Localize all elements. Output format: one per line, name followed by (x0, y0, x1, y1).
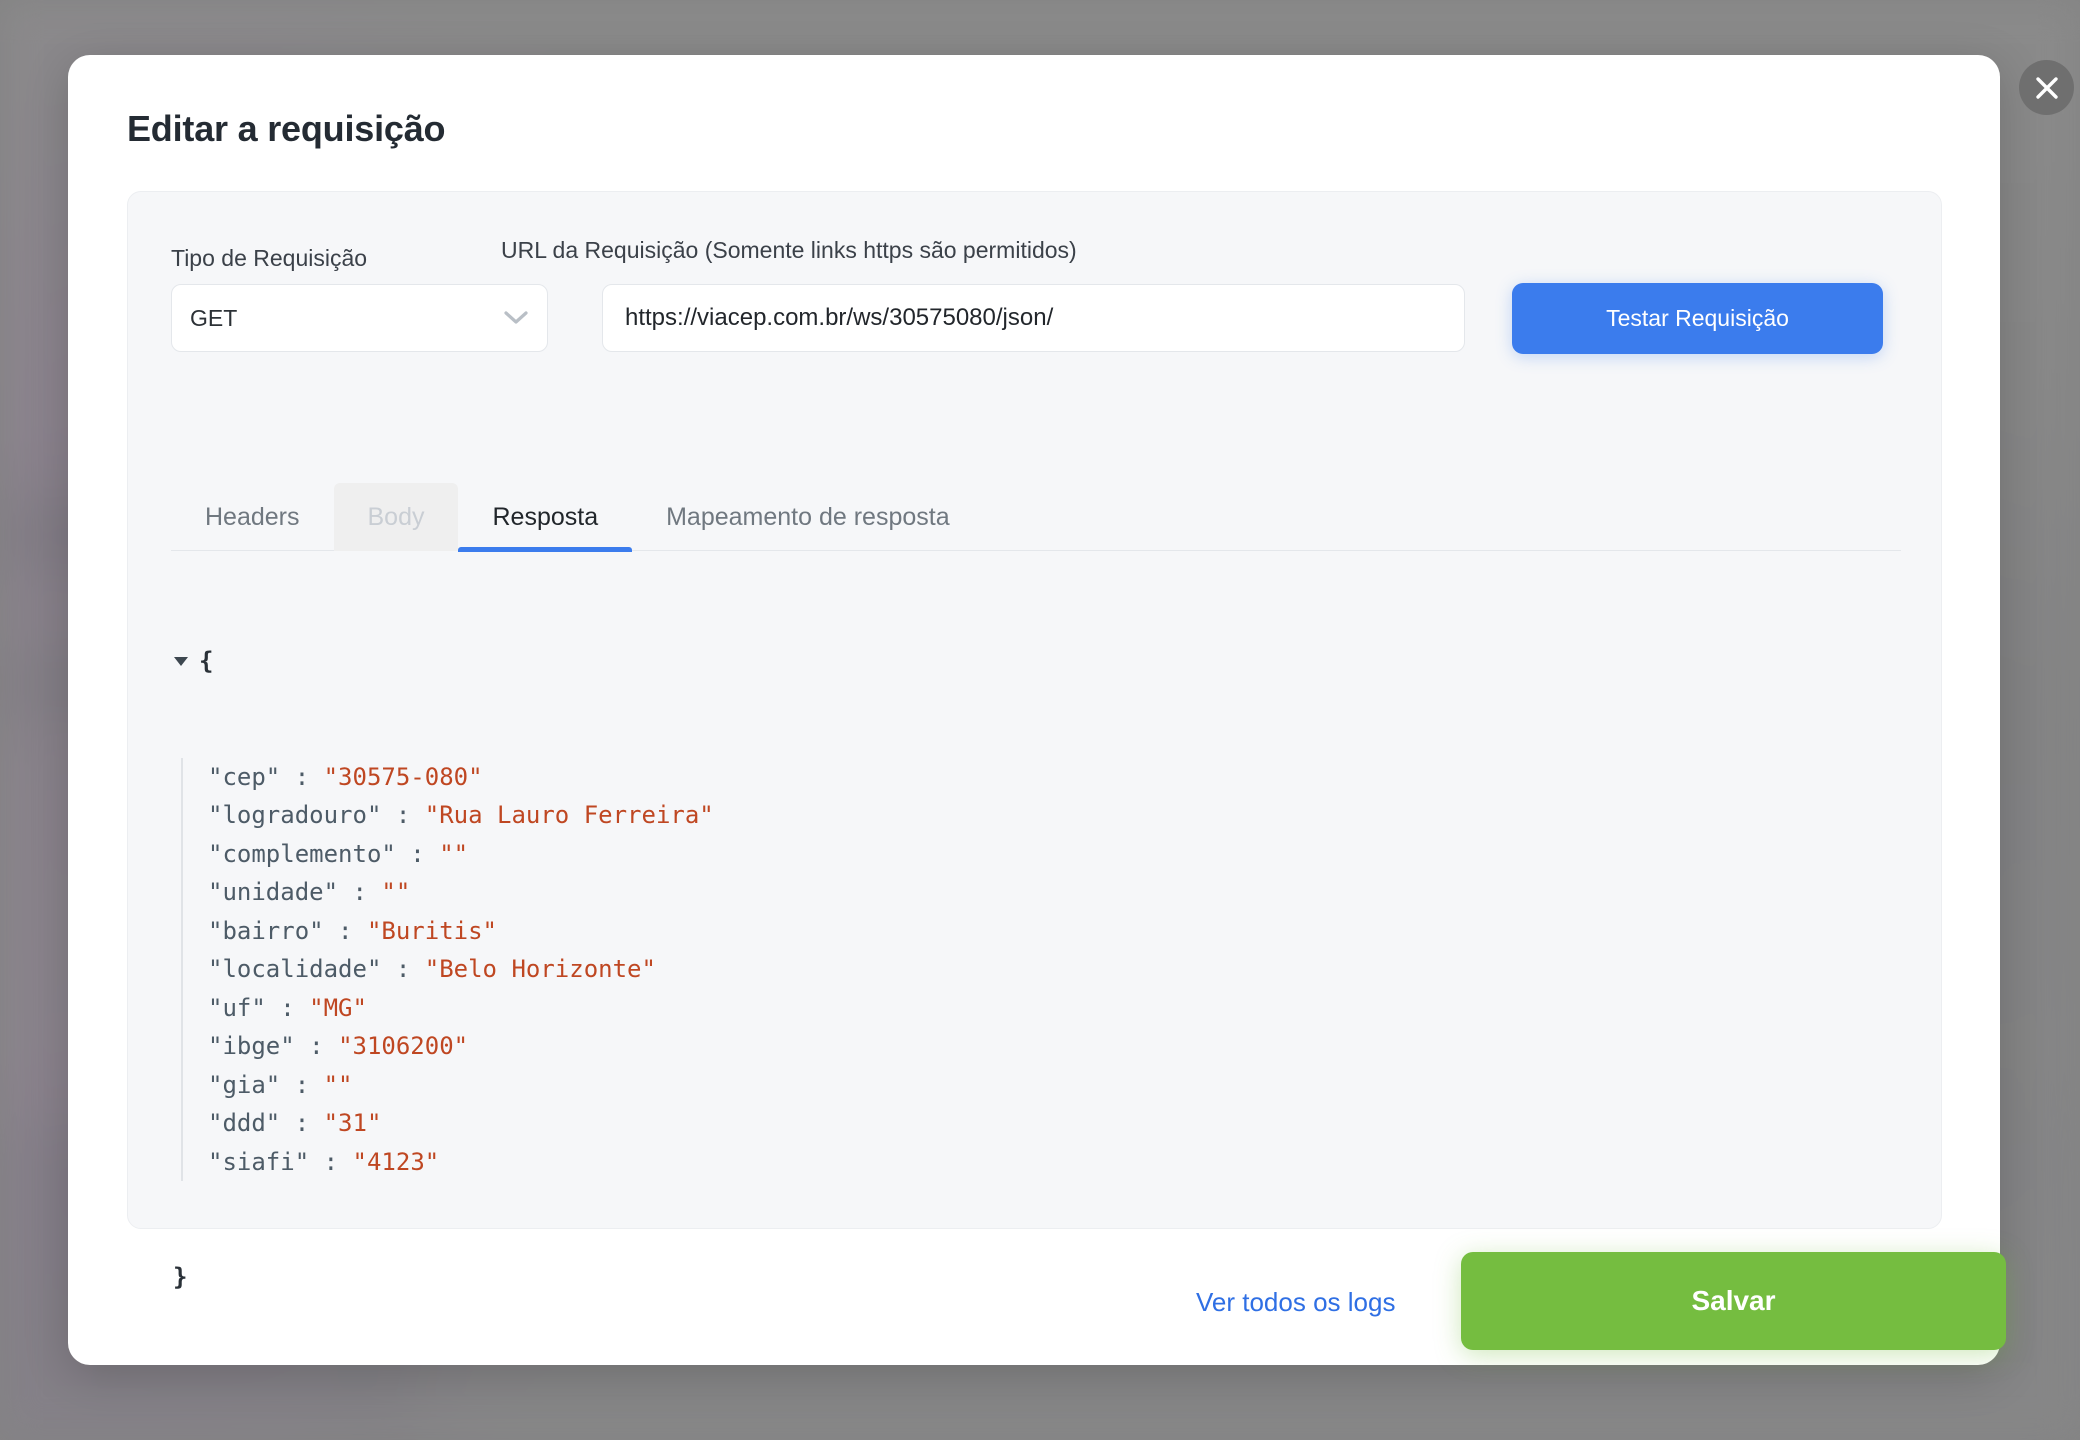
json-colon: : (323, 916, 367, 945)
json-colon: : (338, 878, 382, 906)
json-colon: : (381, 955, 425, 983)
edit-request-modal: Editar a requisição Tipo de Requisição G… (68, 55, 2006, 1365)
json-entry: "cep" : "30575-080" (208, 758, 1901, 797)
close-modal-button[interactable] (2019, 60, 2074, 115)
json-colon: : (395, 839, 440, 868)
json-key: "ddd" (208, 1109, 281, 1137)
request-url-label: URL da Requisição (Somente links https s… (501, 237, 1077, 263)
json-value: "Rua Lauro Ferreira" (424, 801, 714, 829)
json-value: "" (439, 839, 469, 868)
request-type-label: Tipo de Requisição (171, 245, 368, 271)
test-request-button[interactable]: Testar Requisição (1512, 283, 1883, 354)
json-value: "Belo Horizonte" (424, 955, 656, 983)
close-icon (2034, 75, 2060, 101)
save-button[interactable]: Salvar (1461, 1252, 2006, 1350)
json-value: "4123" (352, 1147, 440, 1176)
json-entry: "localidade" : "Belo Horizonte" (208, 950, 1901, 989)
json-value: "Buritis" (366, 916, 497, 945)
tab-headers[interactable]: Headers (171, 483, 334, 551)
request-type-value: GET (190, 304, 238, 331)
json-value: "31" (323, 1109, 382, 1137)
json-entry: "unidade" : "" (208, 873, 1901, 912)
json-key: "unidade" (208, 878, 339, 906)
json-colon: : (265, 993, 310, 1022)
json-entry: "logradouro" : "Rua Lauro Ferreira" (208, 796, 1901, 835)
json-entries: "cep" : "30575-080" "logradouro" : "Rua L… (181, 757, 1901, 1182)
request-config-panel: Tipo de Requisição GET URL da Requisição… (127, 191, 1942, 1291)
json-key: "cep" (208, 762, 281, 791)
json-value: "" (381, 878, 411, 906)
json-entry: "bairro" : "Buritis" (208, 912, 1901, 951)
json-open-brace: { (199, 647, 214, 675)
json-value: "3106200" (338, 1032, 469, 1060)
request-type-select[interactable]: GET (171, 284, 548, 352)
json-value: "" (323, 1070, 353, 1099)
json-colon: : (280, 762, 324, 791)
json-colon: : (280, 1109, 324, 1137)
triangle-down-icon[interactable] (171, 651, 193, 671)
tab-resposta[interactable]: Resposta (458, 483, 632, 552)
json-value: "30575-080" (323, 762, 483, 791)
tab-mapeamento-de-resposta[interactable]: Mapeamento de resposta (632, 483, 984, 551)
tab-body[interactable]: Body (333, 483, 459, 551)
json-key: "bairro" (208, 916, 324, 945)
json-entry: "complemento" : "" (208, 835, 1901, 874)
request-url-input[interactable] (602, 284, 1465, 352)
request-tabs: Headers Body Resposta Mapeamento de resp… (171, 483, 1901, 552)
json-key: "logradouro" (208, 801, 382, 829)
json-root-line: { (171, 642, 1901, 681)
json-colon: : (280, 1070, 324, 1099)
json-entry: "ddd" : "31" (208, 1104, 1901, 1143)
json-key: "uf" (208, 993, 266, 1022)
json-key: "siafi" (208, 1147, 310, 1176)
json-colon: : (294, 1032, 339, 1060)
json-entry: "ibge" : "3106200" (208, 1027, 1901, 1066)
json-key: "complemento" (208, 839, 396, 868)
json-key: "ibge" (208, 1032, 295, 1060)
chevron-down-icon (503, 310, 529, 326)
json-value: "MG" (309, 993, 367, 1022)
json-entry: "siafi" : "4123" (208, 1143, 1901, 1182)
view-all-logs-link[interactable]: Ver todos os logs (1196, 1287, 1395, 1318)
page-title: Editar a requisição (127, 108, 446, 149)
json-colon: : (381, 801, 425, 829)
json-key: "gia" (208, 1070, 281, 1099)
json-entry: "gia" : "" (208, 1066, 1901, 1105)
json-key: "localidade" (208, 955, 382, 983)
json-colon: : (309, 1147, 353, 1176)
json-entry: "uf" : "MG" (208, 989, 1901, 1028)
